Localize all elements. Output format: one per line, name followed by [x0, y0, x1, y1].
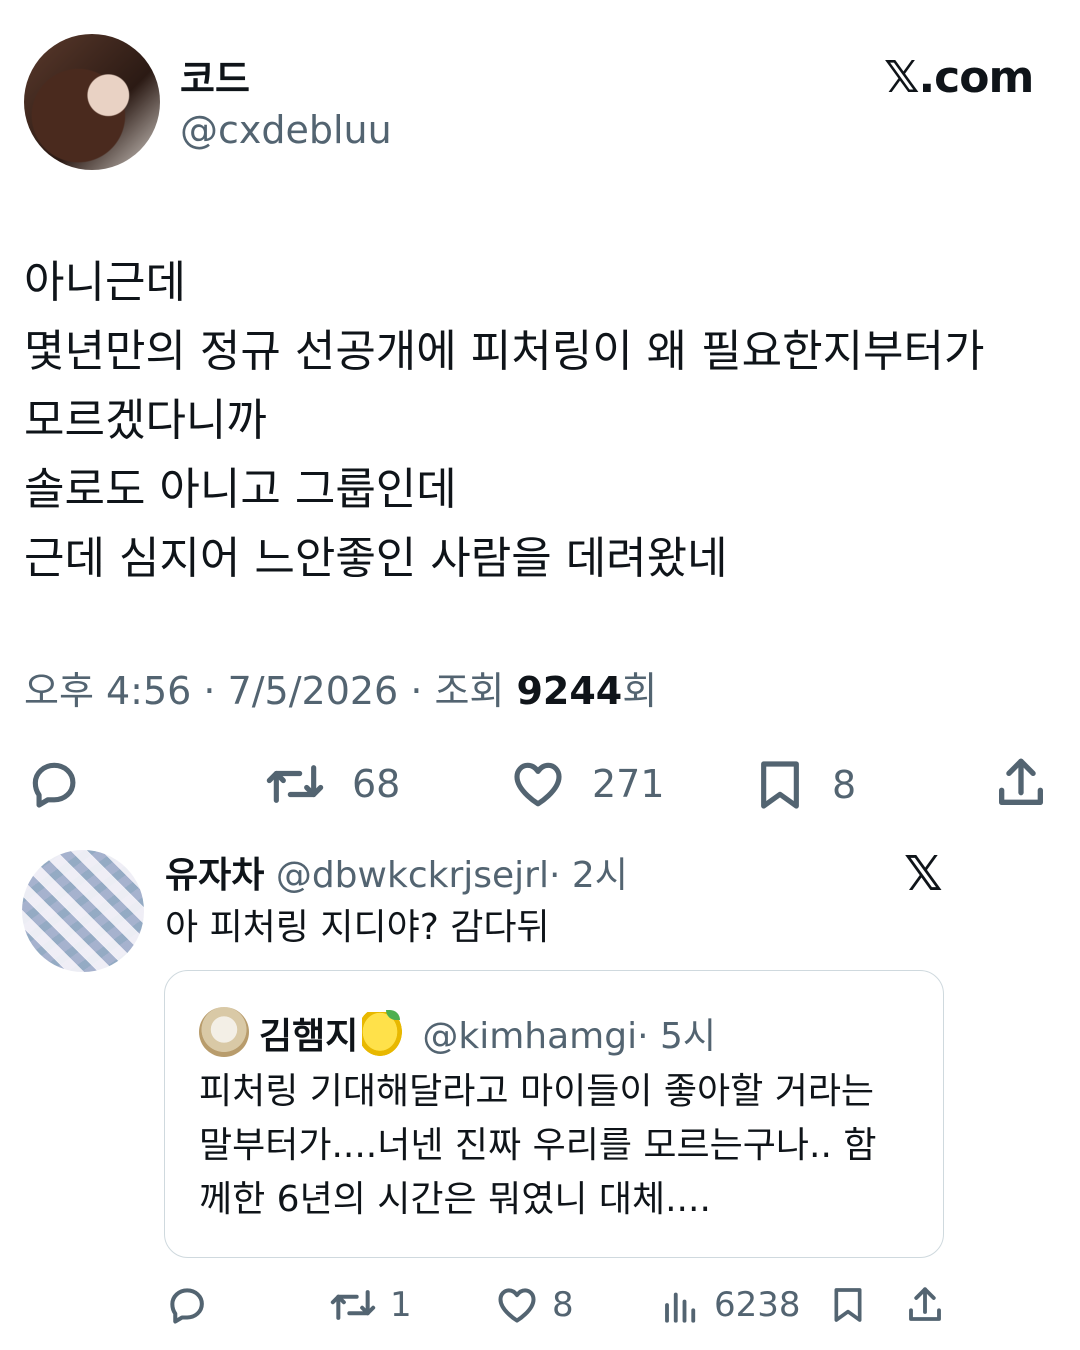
lemon-emoji-icon	[362, 1010, 403, 1056]
author-name[interactable]: 코드	[180, 48, 250, 103]
quote-header: 김햄지 @kimhamgi· 5시	[259, 1007, 716, 1059]
bookmark-button[interactable]: 8	[752, 756, 856, 814]
reply-retweet-button[interactable]: 1	[328, 1283, 412, 1327]
view-suffix: 회	[622, 669, 658, 713]
tweet-meta: 오후 4:56 · 7/5/2026 · 조회 9244회	[24, 660, 657, 715]
tweet-line: 솔로도 아니고 그룹인데	[24, 464, 457, 515]
reply-reply-button[interactable]	[164, 1283, 210, 1327]
quoted-tweet-card[interactable]: 김햄지 @kimhamgi· 5시 피처링 기대해달라고 마이들이 좋아할 거라는…	[164, 970, 944, 1258]
heart-icon	[498, 1288, 536, 1323]
reply-text: 아 피처링 지디야? 감다뒤	[165, 907, 550, 948]
quote-avatar[interactable]	[199, 1007, 249, 1057]
tweet-line: 근데 심지어 느안좋인 사람을 데려왔네	[24, 533, 728, 584]
retweet-button[interactable]: 68	[262, 756, 400, 812]
reply-views-button[interactable]: 6238	[660, 1283, 801, 1327]
share-icon	[909, 1287, 941, 1321]
bookmark-count: 8	[832, 763, 857, 807]
view-count: 9244	[516, 669, 623, 713]
retweet-icon	[330, 1290, 376, 1320]
quote-author-name[interactable]: 김햄지	[259, 1016, 358, 1057]
reply-retweet-count: 1	[390, 1285, 412, 1325]
share-icon	[999, 758, 1043, 805]
author-avatar[interactable]	[24, 34, 160, 170]
analytics-icon	[665, 1292, 696, 1323]
share-button[interactable]	[992, 754, 1050, 812]
bookmark-icon	[761, 761, 799, 809]
tweet-line: 몇년만의 정규 선공개에 피처링이 왜 필요한지부터가	[24, 326, 985, 377]
reply-author-handle[interactable]: @dbwkckrjsejrl	[276, 855, 549, 896]
like-count: 271	[592, 762, 665, 806]
reply-like-count: 8	[552, 1285, 574, 1325]
reply-icon	[32, 762, 76, 808]
heart-icon	[514, 762, 562, 807]
x-logo-icon: 𝕏	[904, 846, 943, 902]
quote-time: · 5시	[637, 1016, 717, 1057]
x-brand-logo: 𝕏.com	[884, 52, 1034, 103]
reply-views-count: 6238	[714, 1285, 801, 1325]
tweet-text: 아니근데 몇년만의 정규 선공개에 피처링이 왜 필요한지부터가 모르겠다니까 …	[24, 248, 1064, 593]
bookmark-icon	[834, 1288, 862, 1322]
retweet-icon	[266, 765, 324, 803]
reply-author-name[interactable]: 유자차	[165, 855, 264, 896]
tweet-line: 아니근데	[24, 257, 186, 308]
retweet-count: 68	[352, 762, 401, 806]
timestamp-and-label[interactable]: 오후 4:56 · 7/5/2026 · 조회	[24, 669, 516, 713]
reply-like-button[interactable]: 8	[494, 1283, 574, 1327]
reply-icon	[170, 1288, 204, 1324]
reply-time: · 2시	[548, 855, 628, 896]
quote-line: 께한 6년의 시간은 뭐였니 대체....	[199, 1179, 711, 1220]
quote-line: 피처링 기대해달라고 마이들이 좋아할 거라는	[199, 1071, 875, 1112]
author-handle[interactable]: @cxdebluu	[180, 108, 392, 152]
reply-avatar[interactable]	[22, 850, 144, 972]
quote-line: 말부터가....너넨 진짜 우리를 모르는구나.. 함	[199, 1125, 877, 1166]
quote-author-handle[interactable]: @kimhamgi	[422, 1016, 637, 1057]
quote-text: 피처링 기대해달라고 마이들이 좋아할 거라는 말부터가....너넨 진짜 우리…	[199, 1065, 939, 1227]
like-button[interactable]: 271	[508, 756, 665, 812]
tweet-line: 모르겠다니까	[24, 395, 267, 446]
reply-bookmark-button[interactable]	[828, 1282, 868, 1328]
reply-share-button[interactable]	[904, 1282, 946, 1328]
reply-header: 유자차 @dbwkckrjsejrl· 2시	[165, 846, 628, 898]
reply-button[interactable]	[24, 756, 84, 812]
